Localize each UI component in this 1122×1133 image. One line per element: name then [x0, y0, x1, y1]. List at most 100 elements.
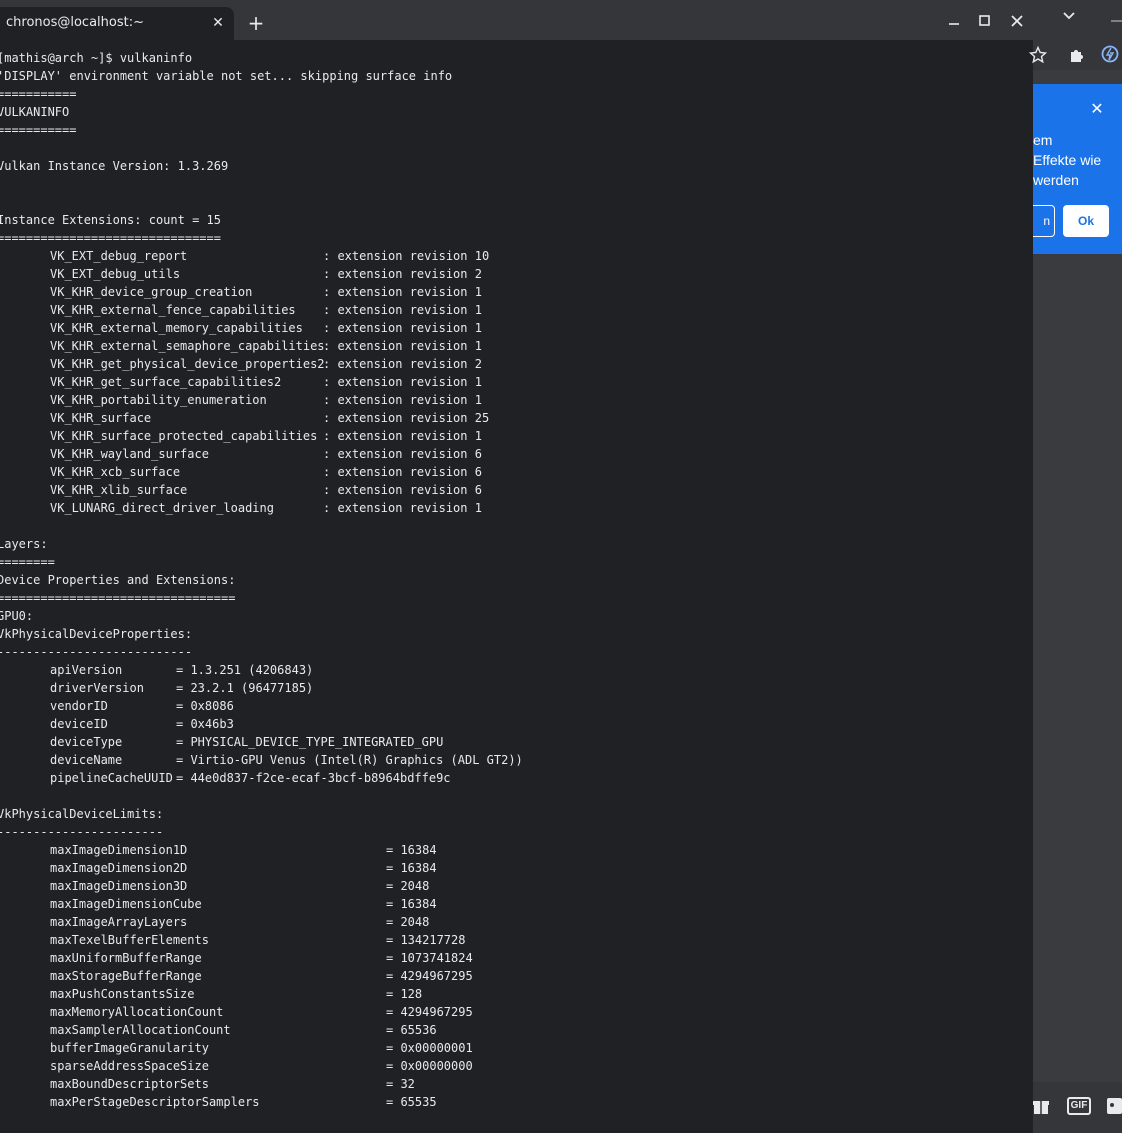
terminal-value: : extension revision 1 [323, 339, 482, 353]
sticker-icon[interactable] [1105, 1096, 1122, 1116]
terminal-key: maxUniformBufferRange [50, 951, 202, 965]
terminal-value: : extension revision 6 [323, 483, 482, 497]
terminal-line: VK_KHR_portability_enumeration: extensio… [0, 391, 1033, 409]
tab-close-icon[interactable]: ✕ [208, 13, 228, 33]
terminal-line: maxStorageBufferRange = 4294967295 [0, 967, 1033, 985]
terminal-line: deviceName = Virtio-GPU Venus (Intel(R) G… [0, 751, 1033, 769]
terminal-value: : extension revision 1 [323, 285, 482, 299]
terminal-line: maxPushConstantsSize = 128 [0, 985, 1033, 1003]
terminal-key: maxImageDimension1D [50, 843, 188, 857]
terminal-key: VK_KHR_xlib_surface [50, 483, 188, 497]
gift-icon[interactable] [1031, 1096, 1051, 1116]
chevron-down-icon[interactable] [1061, 8, 1077, 24]
terminal-line: GPU0: [0, 607, 1033, 625]
terminal-value: : extension revision 1 [323, 321, 482, 335]
bookmark-star-icon[interactable] [1029, 46, 1047, 64]
bottom-toolbar: GIF [1033, 1082, 1122, 1133]
popup-secondary-button[interactable]: n [1033, 205, 1055, 237]
terminal-value: = 134217728 [386, 933, 466, 947]
terminal-key: deviceName [50, 753, 123, 767]
terminal-value: = 16384 [386, 897, 437, 911]
terminal-text: 'DISPLAY' environment variable not set..… [0, 69, 453, 83]
tab-title: chronos@localhost:~ [6, 15, 144, 30]
terminal-line: VULKANINFO [0, 103, 1033, 121]
terminal-text: VkPhysicalDeviceLimits: [0, 807, 164, 821]
terminal-text: [mathis@arch ~]$ vulkaninfo [0, 51, 193, 65]
popup-ok-button[interactable]: Ok [1063, 205, 1109, 237]
terminal-key: maxTexelBufferElements [50, 933, 209, 947]
terminal-line: Vulkan Instance Version: 1.3.269 [0, 157, 1033, 175]
terminal-value: = 1.3.251 (4206843) [176, 663, 314, 677]
extensions-puzzle-icon[interactable] [1068, 46, 1086, 64]
gif-button[interactable]: GIF [1067, 1097, 1091, 1115]
terminal-value: = PHYSICAL_DEVICE_TYPE_INTEGRATED_GPU [176, 735, 444, 749]
terminal-key: VK_KHR_wayland_surface [50, 447, 209, 461]
terminal-line: deviceType = PHYSICAL_DEVICE_TYPE_INTEGRA… [0, 733, 1033, 751]
terminal-line: VK_KHR_wayland_surface : extension revisi… [0, 445, 1033, 463]
terminal-key: pipelineCacheUUID [50, 771, 173, 785]
terminal-line: =========== [0, 121, 1033, 139]
terminal-value: = 0x46b3 [176, 717, 234, 731]
terminal-line: maxImageDimension2D = 16384 [0, 859, 1033, 877]
new-tab-button[interactable]: + [244, 12, 268, 36]
terminal-line: VK_KHR_external_fence_capabilities: exte… [0, 301, 1033, 319]
terminal-value: : extension revision 6 [323, 447, 482, 461]
terminal-line: maxImageArrayLayers = 2048 [0, 913, 1033, 931]
terminal-value: : extension revision 1 [323, 303, 482, 317]
terminal-key: VK_LUNARG_direct_driver_loading [50, 501, 274, 515]
terminal-line: maxUniformBufferRange = 1073741824 [0, 949, 1033, 967]
terminal-key: maxPerStageDescriptorSamplers [50, 1095, 260, 1109]
terminal-value: : extension revision 1 [323, 501, 482, 515]
close-window-button[interactable] [1003, 8, 1031, 34]
terminal-line: =============================== [0, 229, 1033, 247]
terminal-key: bufferImageGranularity [50, 1041, 209, 1055]
terminal-key: maxImageDimension3D [50, 879, 188, 893]
terminal-output[interactable]: [mathis@arch ~]$ vulkaninfo 'DISPLAY' env… [0, 49, 1033, 1111]
minimize-icon[interactable] [1109, 10, 1122, 26]
terminal-window: chronos@localhost:~ ✕ + [mathis@arch ~]$… [0, 0, 1033, 1133]
terminal-key: VK_KHR_portability_enumeration [50, 393, 267, 407]
terminal-text: ======== [0, 555, 55, 569]
terminal-line: Layers: [0, 535, 1033, 553]
popup-line: Effekte wie [1033, 152, 1102, 168]
terminal-key: maxSamplerAllocationCount [50, 1023, 231, 1037]
terminal-key: VK_KHR_get_surface_capabilities2 [50, 375, 282, 389]
performance-icon[interactable] [1100, 44, 1120, 64]
terminal-line: 'DISPLAY' environment variable not set..… [0, 67, 1033, 85]
terminal-line: pipelineCacheUUID = 44e0d837-f2ce-ecaf-3b… [0, 769, 1033, 787]
minimize-button[interactable] [940, 8, 968, 34]
terminal-line: apiVersion = 1.3.251 (4206843) [0, 661, 1033, 679]
terminal-key: maxImageDimension2D [50, 861, 188, 875]
terminal-line: bufferImageGranularity = 0x00000001 [0, 1039, 1033, 1057]
terminal-key: VK_KHR_surface [50, 411, 152, 425]
terminal-line: Instance Extensions: count = 15 [0, 211, 1033, 229]
terminal-text: ================================= [0, 591, 236, 605]
terminal-key: VK_EXT_debug_utils [50, 267, 181, 281]
terminal-tab[interactable]: chronos@localhost:~ ✕ [0, 7, 234, 40]
close-icon [1011, 15, 1023, 27]
terminal-key: deviceType [50, 735, 123, 749]
terminal-line: VK_KHR_surface: extension revision 25 [0, 409, 1033, 427]
terminal-line: VK_EXT_debug_report: extension revision … [0, 247, 1033, 265]
terminal-value: = 1073741824 [386, 951, 473, 965]
popup-close-icon[interactable]: ✕ [1087, 99, 1107, 119]
terminal-line: --------------------------- [0, 643, 1033, 661]
terminal-value: = 16384 [386, 843, 437, 857]
terminal-text: =========== [0, 123, 77, 137]
terminal-text: GPU0: [0, 609, 34, 623]
terminal-text: --------------------------- [0, 645, 193, 659]
maximize-icon [979, 15, 990, 26]
terminal-line: ======== [0, 553, 1033, 571]
minimize-icon [949, 23, 959, 25]
terminal-line: driverVersion = 23.2.1 (96477185) [0, 679, 1033, 697]
maximize-button[interactable] [971, 8, 999, 34]
terminal-line: [mathis@arch ~]$ vulkaninfo [0, 49, 1033, 67]
terminal-line: maxTexelBufferElements = 134217728 [0, 931, 1033, 949]
terminal-key: maxMemoryAllocationCount [50, 1005, 224, 1019]
terminal-line: maxBoundDescriptorSets = 32 [0, 1075, 1033, 1093]
terminal-value: = 2048 [386, 915, 430, 929]
terminal-key: VK_KHR_surface_protected_capabilities [50, 429, 318, 443]
terminal-line: VkPhysicalDeviceProperties: [0, 625, 1033, 643]
